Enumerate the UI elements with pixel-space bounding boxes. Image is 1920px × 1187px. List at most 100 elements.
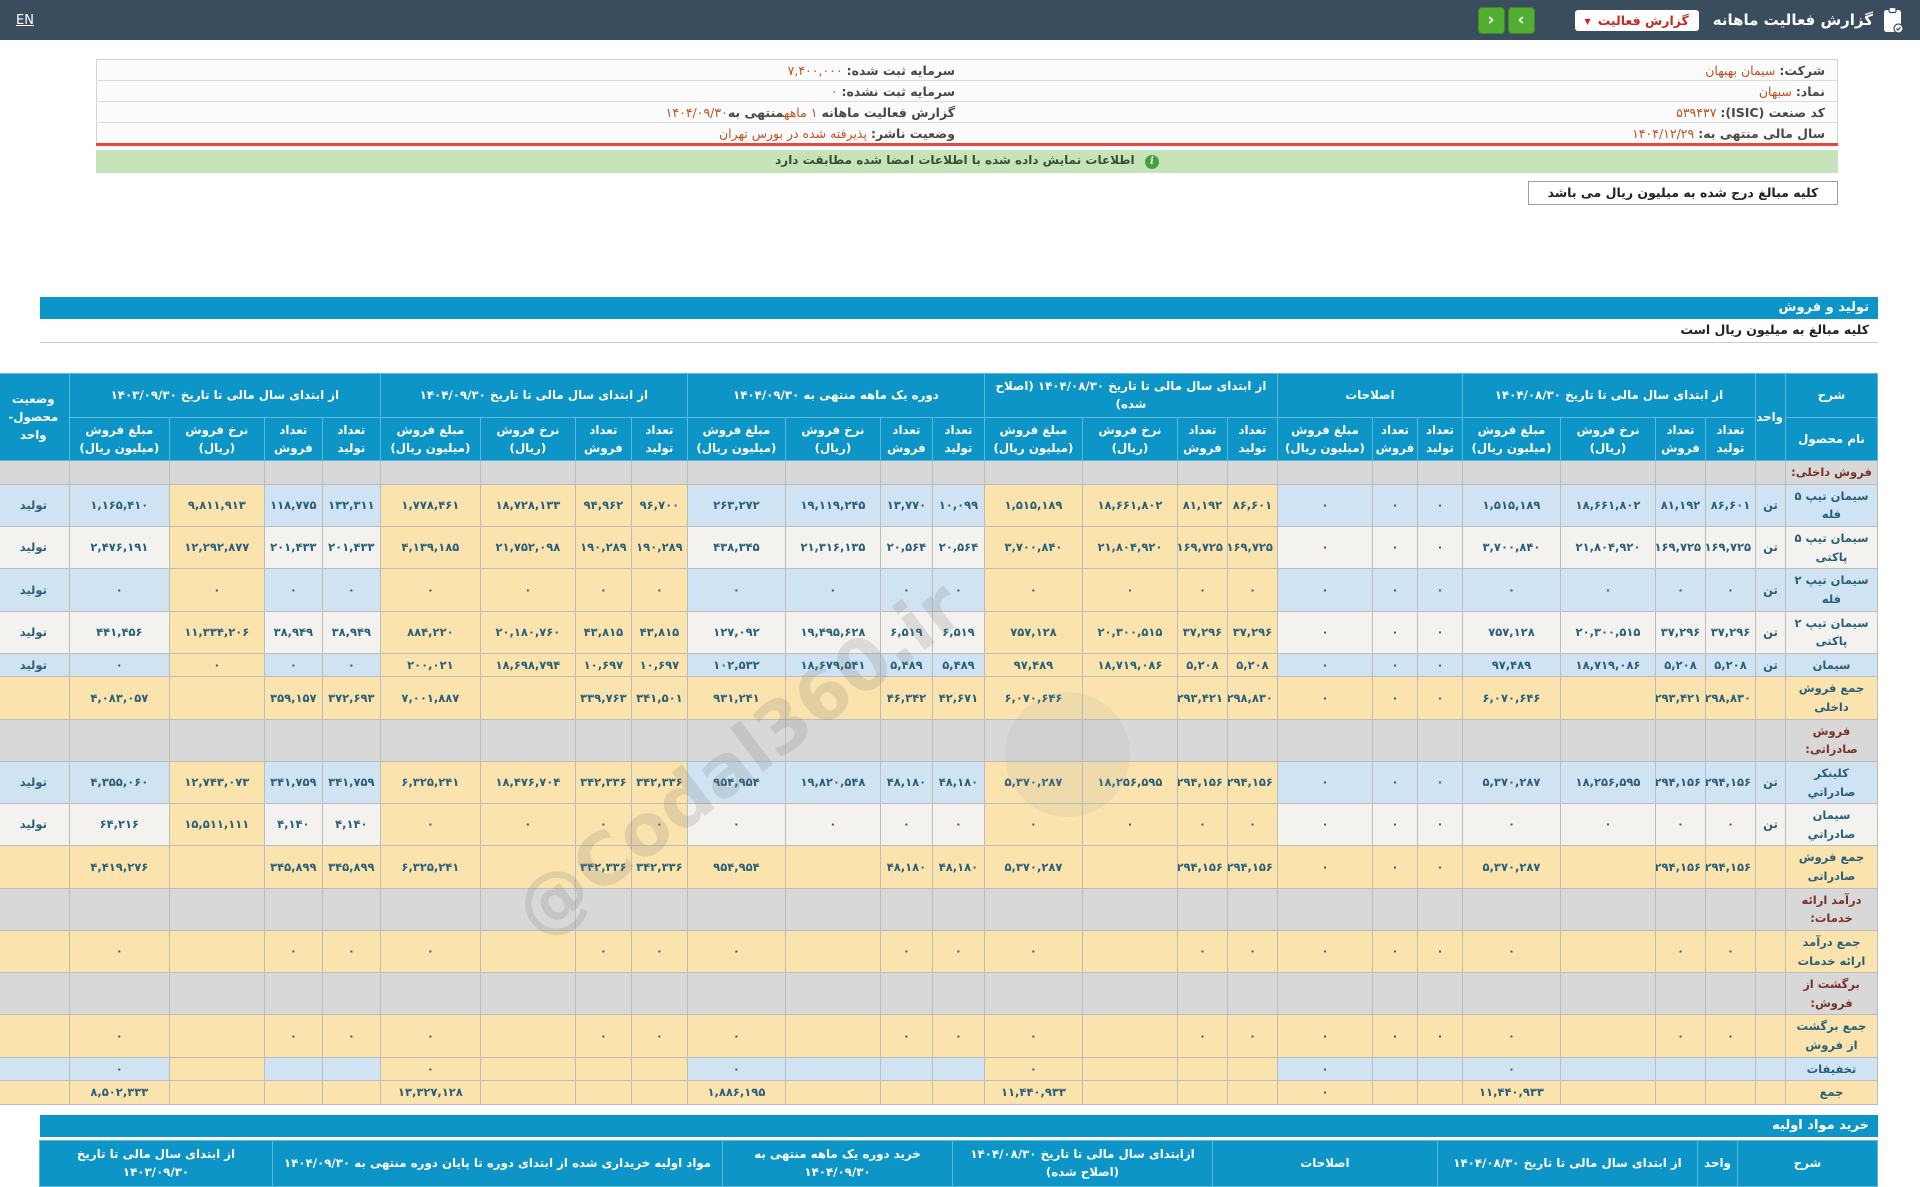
section-cell bbox=[879, 460, 933, 485]
value-cell: ۲۹۴,۱۵۶ bbox=[1226, 760, 1278, 805]
value-cell: ۰ bbox=[1276, 1014, 1373, 1058]
value-cell: ۵,۳۷۰,۲۸۷ bbox=[1461, 760, 1562, 805]
header-col: تعداد فروش bbox=[574, 416, 632, 462]
section-cell bbox=[321, 972, 381, 1016]
value-cell: ۰ bbox=[1276, 676, 1373, 720]
status-cell bbox=[0, 1080, 70, 1105]
value-cell bbox=[1705, 1080, 1756, 1105]
info-row: کد صنعت (ISIC): ۵۳۹۴۳۷ گزارش فعالیت ماها… bbox=[96, 101, 1838, 123]
section-cell bbox=[1461, 718, 1562, 762]
page-title: گزارش فعالیت ماهانه bbox=[1712, 11, 1873, 29]
header-group-2: از ابتدای سال مالی تا تاریخ ۱۴۰۴/۰۸/۳۰ (… bbox=[983, 373, 1278, 418]
product-row: تخفیفات ۰ ۰ ۰ ۰ ۰ ۰ bbox=[0, 1056, 1878, 1082]
company-info-table: شرکت: سیمان بهبهان سرمایه ثبت شده: ۷,۴۰۰… bbox=[96, 59, 1838, 146]
previous-report-button[interactable]: ‹ bbox=[1477, 6, 1505, 34]
value-cell: ۰ bbox=[1416, 760, 1463, 805]
status-cell: تولید bbox=[0, 803, 70, 847]
value-cell: ۰ bbox=[983, 1056, 1083, 1082]
value-cell: ۹,۸۱۱,۹۱۳ bbox=[168, 483, 265, 528]
value-cell bbox=[784, 676, 881, 720]
value-cell: ۰ bbox=[1705, 1014, 1756, 1058]
section-cell bbox=[983, 972, 1083, 1016]
value-cell: ۹۵۴,۹۵۴ bbox=[686, 760, 786, 805]
value-cell: ۱,۵۱۵,۱۸۹ bbox=[1461, 483, 1562, 528]
value-cell: ۰ bbox=[1226, 929, 1278, 974]
value-cell: ۱۸,۲۵۶,۵۹۵ bbox=[1081, 760, 1178, 805]
unit-cell: تن bbox=[1755, 652, 1786, 678]
value-cell: ۴,۴۱۹,۲۷۶ bbox=[68, 845, 170, 889]
value-cell: ۰ bbox=[379, 803, 481, 847]
section-cell bbox=[1461, 460, 1562, 485]
value-cell: ۳۷,۲۹۶ bbox=[1655, 610, 1706, 654]
value-cell: ۰ bbox=[1176, 1014, 1228, 1058]
value-cell: ۳,۷۰۰,۸۴۰ bbox=[1461, 525, 1562, 570]
value-cell: ۱۹,۴۹۵,۶۲۸ bbox=[784, 610, 881, 654]
registered-capital-field: سرمایه ثبت شده: ۷,۴۰۰,۰۰۰ bbox=[97, 60, 968, 81]
purchase-header-group-5: از ابتدای سال مالی تا تاریخ ۱۴۰۳/۰۹/۳۰ bbox=[39, 1139, 273, 1187]
unit-cell bbox=[1755, 1014, 1786, 1058]
value-cell: ۲۹۴,۱۵۶ bbox=[1655, 760, 1706, 805]
section-cell bbox=[263, 460, 323, 485]
value-cell: ۳۷,۲۹۶ bbox=[1226, 610, 1278, 654]
value-cell: ۰ bbox=[1655, 1014, 1706, 1058]
value-cell: ۰ bbox=[1461, 929, 1562, 974]
value-cell: ۲۹۴,۱۵۶ bbox=[1176, 760, 1228, 805]
report-type-dropdown[interactable]: گزارش فعالیت ▼ bbox=[1574, 9, 1699, 31]
value-cell: ۰ bbox=[1226, 803, 1278, 847]
value-cell: ۰ bbox=[1371, 1014, 1418, 1058]
value-cell: ۰ bbox=[1276, 610, 1373, 654]
header-col: مبلغ فروش (میلیون ریال) bbox=[68, 416, 170, 462]
value-cell: ۸۱,۱۹۲ bbox=[1655, 483, 1706, 528]
value-cell: ۱۳,۷۷۰ bbox=[879, 483, 933, 528]
section-cell bbox=[168, 460, 265, 485]
value-cell: ۱۱,۳۳۴,۲۰۶ bbox=[168, 610, 265, 654]
section-cell bbox=[630, 887, 688, 931]
value-cell bbox=[1416, 1080, 1463, 1105]
value-cell: ۰ bbox=[168, 652, 265, 678]
section-cell bbox=[1461, 972, 1562, 1016]
value-cell: ۲,۴۷۶,۱۹۱ bbox=[68, 525, 170, 570]
section-cell bbox=[1226, 972, 1278, 1016]
value-cell bbox=[168, 676, 265, 720]
product-name-cell: سیمان تیپ ۵ پاکتی bbox=[1785, 525, 1878, 570]
value-cell: ۰ bbox=[931, 568, 985, 612]
value-cell: ۳,۷۰۰,۸۴۰ bbox=[983, 525, 1083, 570]
section-cell bbox=[574, 718, 632, 762]
product-row: سیمان صادراتي تن ۰ ۰ ۰ ۰ ۰ ۰ ۰ ۰ ۰ ۰ ۰ ۰ ۰ ۰ ۰ ۰ ۰ ۰ ۰ ۴,۱۴۰ ۴… bbox=[0, 803, 1878, 847]
value-cell: ۱۱۸,۷۷۵ bbox=[263, 483, 323, 528]
value-cell: ۲۶۳,۲۷۲ bbox=[686, 483, 786, 528]
value-cell: ۱۰,۶۹۷ bbox=[574, 652, 632, 678]
header-group-3: دوره یک ماهه منتهی به ۱۴۰۴/۰۹/۳۰ bbox=[686, 373, 985, 418]
value-cell: ۲۱,۷۵۲,۰۹۸ bbox=[479, 525, 576, 570]
value-cell: ۰ bbox=[1416, 568, 1463, 612]
section-cell bbox=[686, 460, 786, 485]
next-report-button[interactable]: › bbox=[1507, 6, 1535, 34]
value-cell: ۰ bbox=[321, 929, 381, 974]
field-value: ۵۳۹۴۳۷ bbox=[1676, 104, 1717, 120]
section-cell bbox=[1276, 887, 1373, 931]
section-cell bbox=[1226, 887, 1278, 931]
section-cell bbox=[379, 460, 481, 485]
value-cell bbox=[1371, 1080, 1418, 1105]
value-cell bbox=[479, 1080, 576, 1105]
value-cell: ۹۶,۷۰۰ bbox=[630, 483, 688, 528]
section-cell bbox=[630, 718, 688, 762]
value-cell: ۶,۰۷۰,۶۴۶ bbox=[983, 676, 1083, 720]
value-cell: ۴,۱۴۰ bbox=[263, 803, 323, 847]
section-cell bbox=[1371, 887, 1418, 931]
value-cell bbox=[321, 1056, 381, 1082]
header-group-0: از ابتدای سال مالی تا تاریخ ۱۴۰۴/۰۸/۳۰ bbox=[1461, 373, 1757, 418]
value-cell: ۱۳,۳۲۷,۱۲۸ bbox=[379, 1080, 481, 1105]
language-toggle-en[interactable]: EN bbox=[16, 13, 34, 28]
section-cell bbox=[931, 460, 985, 485]
value-cell: ۴۳,۸۱۵ bbox=[630, 610, 688, 654]
value-cell: ۰ bbox=[1655, 568, 1706, 612]
field-label: سرمایه ثبت شده: bbox=[846, 62, 955, 78]
value-cell: ۶,۵۱۹ bbox=[879, 610, 933, 654]
value-cell bbox=[168, 929, 265, 974]
section-cell bbox=[1560, 460, 1656, 485]
value-cell: ۱۹,۸۲۰,۵۴۸ bbox=[784, 760, 881, 805]
value-cell bbox=[479, 845, 576, 889]
value-cell: ۰ bbox=[1416, 652, 1463, 678]
value-cell bbox=[1655, 1056, 1706, 1082]
